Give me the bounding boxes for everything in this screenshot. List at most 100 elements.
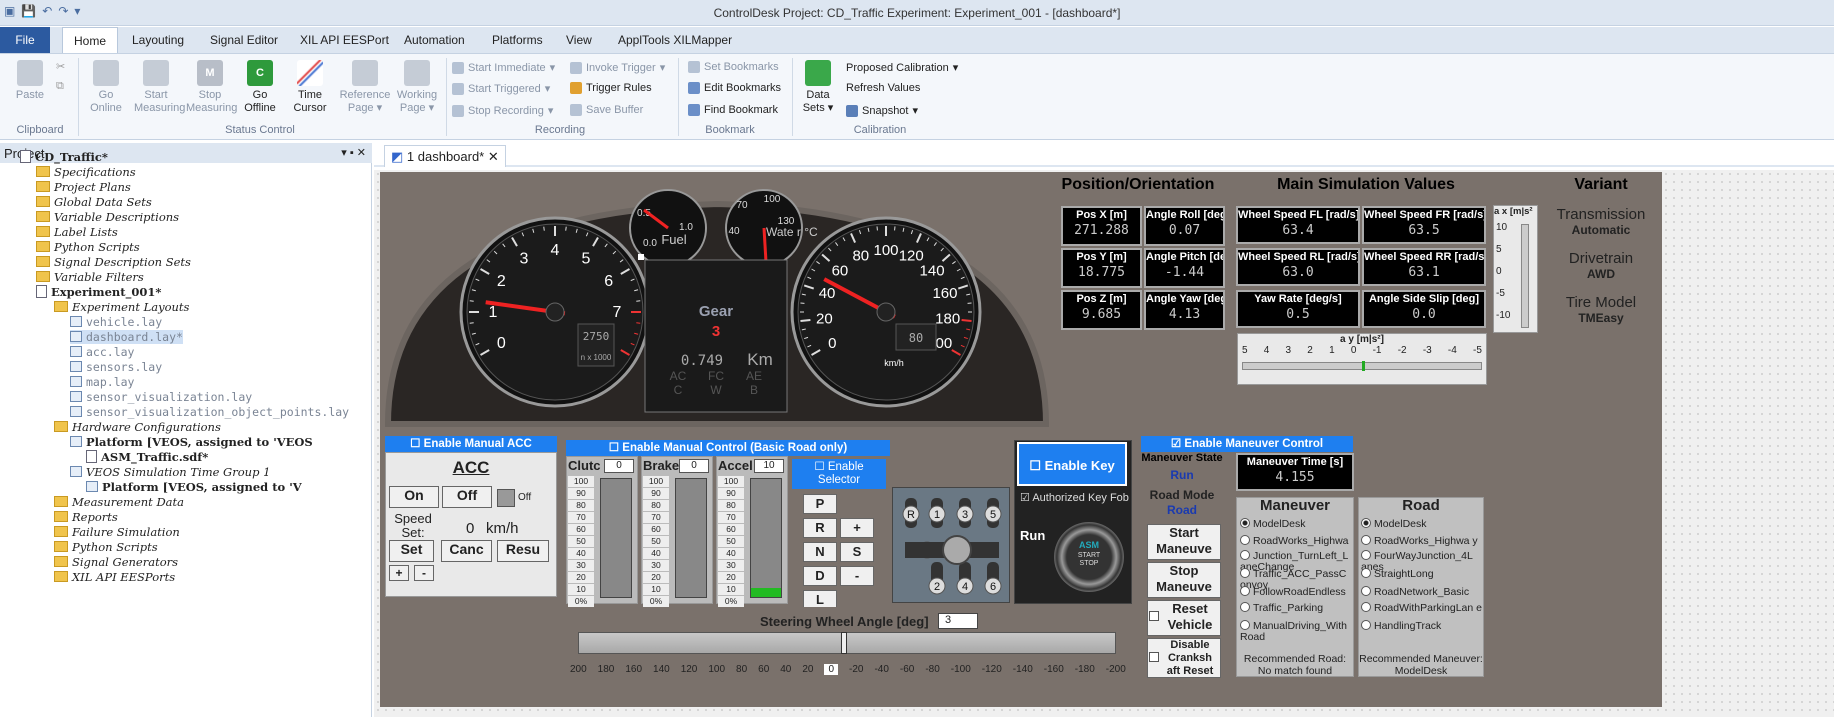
close-icon[interactable]: ✕	[488, 149, 499, 164]
tab-xil-api-eesport[interactable]: XIL API EESPort	[298, 27, 391, 53]
tree-item[interactable]: Project Plans	[36, 180, 131, 194]
start-measuring-button[interactable]: Start Measuring	[134, 60, 185, 115]
start-triggered-button[interactable]: Start Triggered ▾	[452, 82, 550, 95]
acc-cancel-button[interactable]: Canc	[441, 540, 492, 562]
maneuver-option[interactable]: ManualDriving_With Road	[1240, 620, 1354, 643]
tab-layouting[interactable]: Layouting	[130, 27, 186, 53]
tree-item[interactable]: Signal Description Sets	[36, 255, 191, 269]
set-bookmarks-button[interactable]: Set Bookmarks	[688, 61, 779, 73]
road-option[interactable]: ModelDesk	[1361, 518, 1483, 530]
enable-manual-control-checkbox[interactable]: ☐ Enable Manual Control (Basic Road only…	[566, 440, 890, 456]
tree-item[interactable]: Signal Generators	[54, 555, 178, 569]
maneuver-option[interactable]: ModelDesk	[1240, 518, 1354, 530]
tab-view[interactable]: View	[564, 27, 594, 53]
authorized-key-fob-checkbox[interactable]: ☑ Authorized Key Fob	[1020, 492, 1130, 504]
tree-item[interactable]: Platform [VEOS, assigned to 'V	[86, 480, 302, 494]
road-option[interactable]: RoadWorks_Highwa y	[1361, 535, 1483, 547]
tab-signal-editor[interactable]: Signal Editor	[208, 27, 280, 53]
stop-measuring-button[interactable]: M Stop Measuring	[186, 60, 237, 115]
tree-item[interactable]: acc.lay	[70, 345, 134, 359]
acc-minus-button[interactable]: -	[414, 565, 434, 581]
accel-value-input[interactable]: 10	[754, 459, 784, 473]
start-immediate-button[interactable]: Start Immediate ▾	[452, 61, 555, 74]
tree-item[interactable]: Failure Simulation	[54, 525, 180, 539]
road-option[interactable]: HandlingTrack	[1361, 620, 1483, 632]
tab-home[interactable]: Home	[62, 27, 118, 53]
acc-off-button[interactable]: Off	[442, 486, 492, 508]
tab-automation[interactable]: Automation	[402, 27, 467, 53]
tree-item[interactable]: ASM_Traffic.sdf*	[86, 450, 208, 464]
snapshot-button[interactable]: Snapshot ▾	[846, 104, 918, 117]
paste-button[interactable]: Paste	[12, 60, 48, 102]
gear-n-button[interactable]: N	[803, 542, 837, 562]
brake-value-input[interactable]: 0	[679, 459, 709, 473]
tree-item[interactable]: Experiment Layouts	[54, 300, 189, 314]
enable-selector-checkbox[interactable]: ☐ Enable Selector	[792, 459, 886, 489]
find-bookmark-button[interactable]: Find Bookmark	[688, 104, 778, 116]
tree-item[interactable]: Measurement Data	[54, 495, 184, 509]
maneuver-option[interactable]: FollowRoadEndless	[1240, 586, 1354, 598]
tree-item[interactable]: CD_Traffic*	[20, 150, 108, 164]
go-online-button[interactable]: Go Online	[86, 60, 126, 115]
tab-dashboard[interactable]: ◩ 1 dashboard* ✕	[384, 145, 506, 167]
reset-vehicle-checkbox[interactable]	[1149, 611, 1159, 621]
gear-p-button[interactable]: P	[803, 494, 837, 514]
edit-bookmarks-button[interactable]: Edit Bookmarks	[688, 82, 781, 94]
enable-maneuver-control-checkbox[interactable]: ☑ Enable Maneuver Control	[1141, 436, 1353, 452]
cut-icon[interactable]: ✂	[56, 60, 65, 73]
tree-item[interactable]: sensors.lay	[70, 360, 162, 374]
tree-item[interactable]: Platform [VEOS, assigned to 'VEOS	[70, 435, 313, 449]
start-maneuver-button[interactable]: Start Maneuve	[1147, 524, 1221, 560]
tree-item[interactable]: Specifications	[36, 165, 136, 179]
tree-item[interactable]: Reports	[54, 510, 118, 524]
start-stop-button[interactable]: ASM START STOP	[1054, 522, 1124, 592]
save-buffer-button[interactable]: Save Buffer	[570, 104, 643, 116]
road-option[interactable]: StraightLong	[1361, 568, 1483, 580]
selector-minus-button[interactable]: -	[840, 566, 874, 586]
maneuver-option[interactable]: RoadWorks_Highwa	[1240, 535, 1354, 547]
tree-item[interactable]: Variable Filters	[36, 270, 144, 284]
steering-slider[interactable]	[578, 632, 1116, 654]
tree-item[interactable]: sensor_visualization.lay	[70, 390, 252, 404]
road-option[interactable]: RoadWithParkingLan e	[1361, 602, 1483, 614]
tree-item[interactable]: VEOS Simulation Time Group 1	[70, 465, 270, 479]
tree-item[interactable]: Python Scripts	[36, 240, 140, 254]
tree-item[interactable]: Hardware Configurations	[54, 420, 221, 434]
acc-set-button[interactable]: Set	[389, 540, 434, 562]
acc-resume-button[interactable]: Resu	[497, 540, 549, 562]
acc-off-toggle[interactable]	[497, 489, 515, 507]
tree-item[interactable]: map.lay	[70, 375, 134, 389]
tree-item[interactable]: Label Lists	[36, 225, 118, 239]
tree-item[interactable]: vehicle.lay	[70, 315, 162, 329]
stop-maneuver-button[interactable]: Stop Maneuve	[1147, 562, 1221, 598]
trigger-rules-button[interactable]: Trigger Rules	[570, 82, 652, 94]
tab-file[interactable]: File	[0, 27, 50, 53]
gear-shifter[interactable]: R1350246	[892, 487, 1010, 603]
steering-value-input[interactable]: 3	[938, 613, 978, 629]
clutch-value-input[interactable]: 0	[604, 459, 634, 473]
acc-plus-button[interactable]: +	[389, 565, 409, 581]
go-offline-button[interactable]: C Go Offline	[240, 60, 280, 115]
tab-platforms[interactable]: Platforms	[490, 27, 545, 53]
data-sets-button[interactable]: Data Sets ▾	[798, 60, 838, 115]
enable-key-checkbox[interactable]: ☐ Enable Key	[1017, 442, 1127, 486]
tree-item[interactable]: Variable Descriptions	[36, 210, 179, 224]
pane-controls-icon[interactable]: ▾ ▪ ✕	[341, 146, 366, 159]
disable-crankshaft-checkbox[interactable]	[1149, 652, 1159, 662]
time-cursor-button[interactable]: Time Cursor	[288, 60, 332, 115]
maneuver-option[interactable]: Traffic_Parking	[1240, 602, 1354, 614]
tab-appltools-xilmapper[interactable]: ApplTools XILMapper	[616, 27, 734, 53]
tree-item[interactable]: Python Scripts	[54, 540, 158, 554]
proposed-calibration-button[interactable]: Proposed Calibration ▾	[846, 61, 958, 75]
tree-item[interactable]: Global Data Sets	[36, 195, 152, 209]
tree-item[interactable]: XIL API EESPorts	[54, 570, 175, 584]
gear-d-button[interactable]: D	[803, 566, 837, 586]
refresh-values-button[interactable]: Refresh Values	[846, 82, 920, 94]
stop-recording-button[interactable]: Stop Recording ▾	[452, 104, 553, 117]
tree-item[interactable]: dashboard.lay*	[70, 330, 183, 344]
tree-item[interactable]: Experiment_001*	[36, 285, 161, 299]
gear-r-button[interactable]: R	[803, 518, 837, 538]
selector-s-button[interactable]: S	[840, 542, 874, 562]
working-page-button[interactable]: Working Page ▾	[394, 60, 440, 115]
reference-page-button[interactable]: Reference Page ▾	[338, 60, 392, 115]
